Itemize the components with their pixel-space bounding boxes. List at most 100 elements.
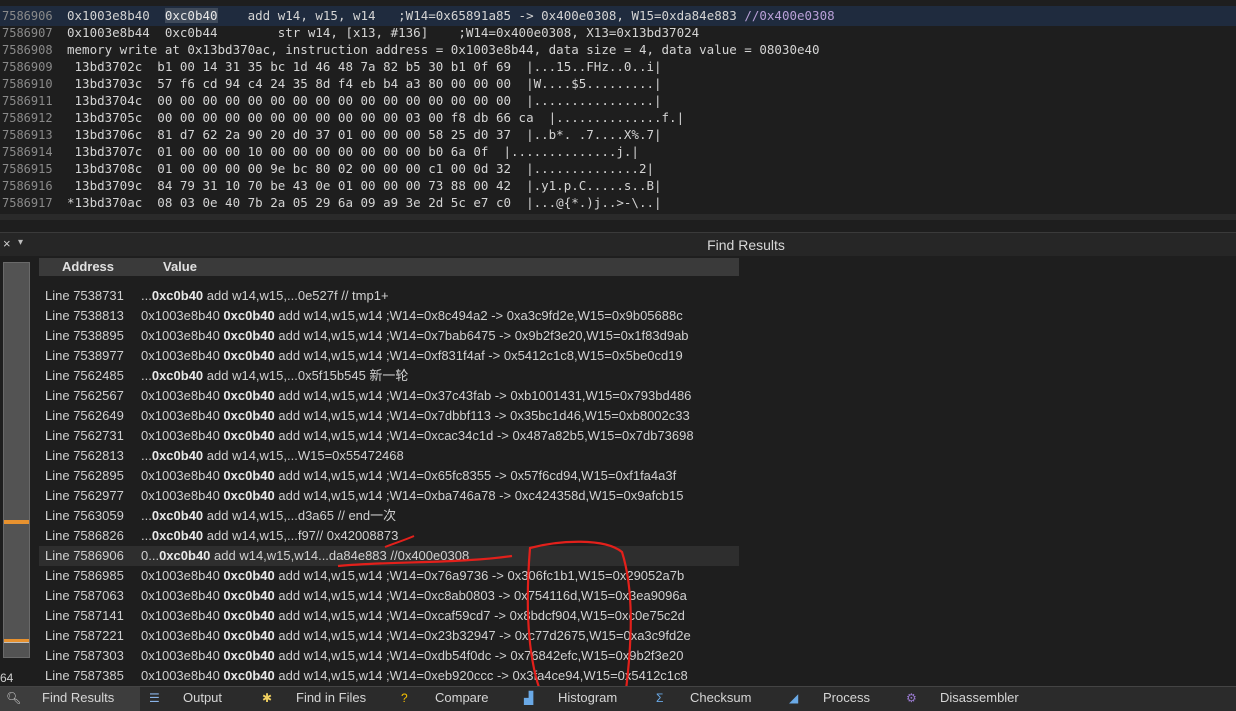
value-prefix: ... [141, 288, 152, 303]
result-value: 0...0xc0b40 add w14,w15,w14...da84e883 /… [141, 546, 469, 566]
search-hit-marker[interactable] [4, 520, 29, 524]
result-row[interactable]: Line 7562485 ...0xc0b40 add w14,w15,...0x… [39, 366, 739, 386]
find-results-list[interactable]: Address Value Line 7538731 ...0xc0b40 add… [39, 258, 739, 686]
result-value: 0x1003e8b40 0xc0b40 add w14,w15,w14 ;W14… [141, 606, 685, 626]
match-highlight: 0xc0b40 [151, 288, 204, 303]
tab-label: Find in Files [296, 690, 367, 705]
column-value[interactable]: Value [163, 259, 197, 274]
value-suffix: add w14,w15,w14 ;W14=0x37c43fab -> 0xb10… [274, 388, 692, 403]
viewport-marker [4, 642, 29, 643]
editor-horizontal-scrollbar[interactable] [0, 214, 1236, 220]
code-text: add w14, w15, w14 ;W14=0x65891a85 -> 0x4… [217, 8, 745, 23]
match-highlight: 0xc0b40 [223, 328, 275, 343]
result-row[interactable]: Line 7587385 0x1003e8b40 0xc0b40 add w14,… [39, 666, 739, 686]
match-highlight: 0xc0b40 [159, 548, 211, 563]
result-value: ...0xc0b40 add w14,w15,...W15=0x55472468 [141, 446, 404, 466]
result-row[interactable]: Line 7586985 0x1003e8b40 0xc0b40 add w14,… [39, 566, 739, 586]
value-suffix: add w14,w15,w14 ;W14=0x8c494a2 -> 0xa3c9… [274, 308, 683, 323]
result-row[interactable]: Line 7562567 0x1003e8b40 0xc0b40 add w14,… [39, 386, 739, 406]
tab-process[interactable]: ◢ Process [783, 687, 888, 711]
code-text: 13bd3706c 81 d7 62 2a 90 20 d0 37 01 00 … [67, 127, 662, 142]
value-prefix: 0x1003e8b40 [141, 428, 224, 443]
editor-line[interactable]: 7586917 *13bd370ac 08 03 0e 40 7b 2a 05 2… [0, 193, 1236, 213]
result-address: Line 7562813 [45, 448, 124, 463]
code-text: 0x1003e8b40 [67, 8, 165, 23]
result-row[interactable]: Line 7538977 0x1003e8b40 0xc0b40 add w14,… [39, 346, 739, 366]
value-prefix: 0x1003e8b40 [141, 308, 224, 323]
result-value: 0x1003e8b40 0xc0b40 add w14,w15,w14 ;W14… [141, 386, 691, 406]
tab-output[interactable]: ☰ Output [143, 687, 243, 711]
result-row[interactable]: Line 7538731 ...0xc0b40 add w14,w15,...0e… [39, 286, 739, 306]
value-suffix: add w14,w15,...W15=0x55472468 [203, 448, 404, 463]
match-highlight: 0xc0b40 [223, 608, 275, 623]
tab-disassembler[interactable]: ⚙ Disassembler [900, 687, 1030, 711]
result-row[interactable]: Line 7587303 0x1003e8b40 0xc0b40 add w14,… [39, 646, 739, 666]
histogram-icon: ▟ [524, 691, 534, 705]
comment-text: //0x400e0308 [744, 8, 835, 23]
code-text: 13bd3703c 57 f6 cd 94 c4 24 35 8d f4 eb … [67, 76, 662, 91]
value-suffix: add w14,w15,...0e527f // tmp1+ [203, 288, 389, 303]
match-highlight: 0xc0b40 [223, 468, 275, 483]
result-row[interactable]: Line 7562977 0x1003e8b40 0xc0b40 add w14,… [39, 486, 739, 506]
tab-find-results[interactable]: 🔍︎ Find Results [0, 687, 140, 711]
result-row[interactable]: Line 7586826 ...0xc0b40 add w14,w15,...f9… [39, 526, 739, 546]
tab-compare[interactable]: ? Compare [395, 687, 495, 711]
result-row[interactable]: Line 7587063 0x1003e8b40 0xc0b40 add w14,… [39, 586, 739, 606]
match-highlight: 0xc0b40 [223, 588, 275, 603]
tab-histogram[interactable]: ▟ Histogram [518, 687, 633, 711]
result-value: 0x1003e8b40 0xc0b40 add w14,w15,w14 ;W14… [141, 646, 683, 666]
result-value: 0x1003e8b40 0xc0b40 add w14,w15,w14 ;W14… [141, 426, 694, 446]
match-highlight: 0xc0b40 [151, 448, 204, 463]
value-suffix: add w14,w15,w14 ;W14=0xeb920ccc -> 0x3fa… [274, 668, 688, 683]
value-suffix: add w14,w15,...f97// 0x42008873 [203, 528, 399, 543]
value-prefix: 0x1003e8b40 [141, 628, 224, 643]
bottom-tab-bar: 🔍︎ Find Results ☰ Output ✱ Find in Files ? Comp… [0, 686, 1236, 711]
value-prefix: 0x1003e8b40 [141, 568, 224, 583]
value-suffix: add w14,w15,w14 ;W14=0xcaf59cd7 -> 0x8bd… [274, 608, 685, 623]
result-value: 0x1003e8b40 0xc0b40 add w14,w15,w14 ;W14… [141, 346, 683, 366]
code-text: 13bd3704c 00 00 00 00 00 00 00 00 00 00 … [67, 93, 662, 108]
value-prefix: 0x1003e8b40 [141, 648, 224, 663]
value-suffix: add w14,w15,w14 ;W14=0xf831f4af -> 0x541… [274, 348, 683, 363]
column-address[interactable]: Address [62, 259, 114, 274]
value-suffix: add w14,w15,w14 ;W14=0xba746a78 -> 0xc42… [274, 488, 684, 503]
tab-find-in-files[interactable]: ✱ Find in Files [256, 687, 386, 711]
disassembler-icon: ⚙ [906, 691, 917, 705]
result-value: ...0xc0b40 add w14,w15,...d3a65 // end一次 [141, 506, 396, 526]
result-row[interactable]: Line 7538813 0x1003e8b40 0xc0b40 add w14,… [39, 306, 739, 326]
result-address: Line 7563059 [45, 508, 124, 523]
result-value: ...0xc0b40 add w14,w15,...0x5f15b545 新一轮 [141, 366, 408, 386]
result-row[interactable]: Line 7586906 0...0xc0b40 add w14,w15,w14.… [39, 546, 739, 566]
tab-label: Find Results [42, 690, 115, 705]
result-row[interactable]: Line 7587221 0x1003e8b40 0xc0b40 add w14,… [39, 626, 739, 646]
result-address: Line 7538731 [45, 288, 124, 303]
value-prefix: 0x1003e8b40 [141, 408, 224, 423]
value-prefix: 0x1003e8b40 [141, 488, 224, 503]
match-highlight: 0xc0b40 [223, 348, 275, 363]
question-compare-icon: ? [401, 691, 408, 705]
value-suffix: add w14,w15,w14 ;W14=0x23b32947 -> 0xc77… [274, 628, 691, 643]
tab-checksum[interactable]: Σ Checksum [650, 687, 760, 711]
result-address: Line 7562895 [45, 468, 124, 483]
result-row[interactable]: Line 7562895 0x1003e8b40 0xc0b40 add w14,… [39, 466, 739, 486]
trace-editor[interactable]: 7586906 0x1003e8b40 0xc0b40 add w14, w15,… [0, 0, 1236, 216]
result-value: 0x1003e8b40 0xc0b40 add w14,w15,w14 ;W14… [141, 586, 687, 606]
result-row[interactable]: Line 7563059 ...0xc0b40 add w14,w15,...d3… [39, 506, 739, 526]
result-row[interactable]: Line 7538895 0x1003e8b40 0xc0b40 add w14,… [39, 326, 739, 346]
match-highlight: 0xc0b40 [223, 568, 275, 583]
value-prefix: ... [141, 508, 152, 523]
sigma-icon: Σ [656, 691, 664, 705]
results-overview-scrollbar[interactable] [3, 262, 30, 658]
value-prefix: 0x1003e8b40 [141, 608, 224, 623]
value-prefix: 0x1003e8b40 [141, 588, 224, 603]
line-code: *13bd370ac 08 03 0e 40 7b 2a 05 29 6a 09… [67, 193, 662, 213]
result-row[interactable]: Line 7562731 0x1003e8b40 0xc0b40 add w14,… [39, 426, 739, 446]
value-suffix: add w14,w15,w14 ;W14=0x65fc8355 -> 0x57f… [274, 468, 677, 483]
result-row[interactable]: Line 7562813 ...0xc0b40 add w14,w15,...W1… [39, 446, 739, 466]
result-address: Line 7586906 [45, 548, 124, 563]
tab-label: Output [183, 690, 223, 705]
result-row[interactable]: Line 7587141 0x1003e8b40 0xc0b40 add w14,… [39, 606, 739, 626]
result-row[interactable]: Line 7562649 0x1003e8b40 0xc0b40 add w14,… [39, 406, 739, 426]
value-prefix: 0x1003e8b40 [141, 468, 224, 483]
result-address: Line 7538977 [45, 348, 124, 363]
